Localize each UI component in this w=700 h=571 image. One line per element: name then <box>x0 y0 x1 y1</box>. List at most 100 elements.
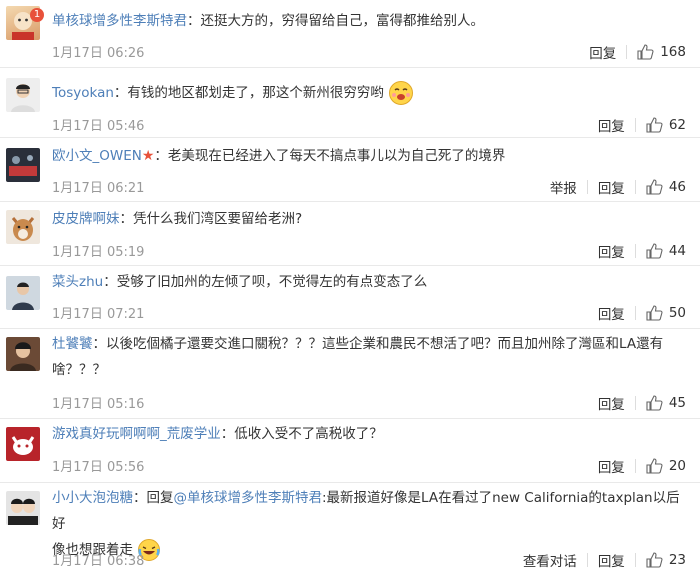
thumbs-up-icon <box>646 458 663 474</box>
comment-date: 1月17日 06:21 <box>52 181 145 196</box>
avatar-photo-icon <box>10 342 36 371</box>
username-link[interactable]: 小小大泡泡糖 <box>52 490 133 506</box>
verified-star-icon: ★ <box>141 148 155 164</box>
reply-button[interactable]: 回复 <box>598 393 625 413</box>
avatar[interactable] <box>6 78 40 112</box>
comment-item: Tosyokan：有钱的地区都划走了，那这个新州很穷穷哟 1月17日 05:46… <box>0 68 700 138</box>
username-link[interactable]: 欧小文_OWEN <box>52 148 142 164</box>
avatar-dog-icon <box>11 217 35 241</box>
action-divider <box>634 180 636 194</box>
comment-line: 杜饕饕：以後吃個橘子還要交進口關稅？？？這些企業和農民不想活了吧？而且加州除了灣… <box>52 331 688 357</box>
username-link[interactable]: 杜饕饕 <box>52 336 93 352</box>
comment-text: ：以後吃個橘子還要交進口關稅？？？這些企業和農民不想活了吧？而且加州除了灣區和L… <box>92 336 664 352</box>
action-divider <box>586 180 588 194</box>
avatar[interactable] <box>6 210 40 244</box>
like-button[interactable]: 46 <box>646 179 686 195</box>
username-link[interactable]: 游戏真好玩啊啊啊_荒废学业 <box>52 426 221 442</box>
like-button[interactable]: 62 <box>646 117 686 133</box>
view-conversation-button[interactable]: 查看对话 <box>523 550 577 570</box>
like-button[interactable]: 50 <box>646 305 686 321</box>
comment-date: 1月17日 05:16 <box>52 397 145 412</box>
comment-text-continuation: 啥？？？ <box>52 362 106 378</box>
reply-button[interactable]: 回复 <box>598 115 625 135</box>
comment-line: 小小大泡泡糖：回复@单核球增多性李斯特君:最新报道好像是LA在看过了new Ca… <box>52 485 688 537</box>
reply-button[interactable]: 回复 <box>589 42 616 62</box>
thumbs-up-icon <box>646 395 663 411</box>
comment-item: 欧小文_OWEN★：老美现在已经进入了每天不搞点事儿以为自己死了的境界 1月17… <box>0 138 700 202</box>
username-link[interactable]: 菜头zhu <box>52 274 103 290</box>
comment-body: 欧小文_OWEN★：老美现在已经进入了每天不搞点事儿以为自己死了的境界 <box>52 143 688 169</box>
avatar[interactable] <box>6 276 40 310</box>
like-button[interactable]: 45 <box>646 395 686 411</box>
username-link[interactable]: Tosyokan <box>52 85 114 101</box>
comment-actions: 举报 回复 46 <box>532 177 686 197</box>
thumbs-up-icon <box>637 44 654 60</box>
comment-date: 1月17日 05:46 <box>52 119 145 134</box>
like-count: 50 <box>668 305 686 321</box>
avatar-person-icon <box>12 282 34 310</box>
drooling-emoji-icon <box>389 81 414 105</box>
action-divider <box>634 244 636 258</box>
comment-item: 1 单核球增多性李斯特君：还挺大方的，穷得留给自己，富得都推给别人。 1月17日… <box>0 0 700 68</box>
comment-actions: 查看对话 回复 23 <box>505 550 686 570</box>
comment-body: Tosyokan：有钱的地区都划走了，那这个新州很穷穷哟 <box>52 80 688 106</box>
like-button[interactable]: 20 <box>646 458 686 474</box>
reply-button[interactable]: 回复 <box>598 303 625 323</box>
reply-button[interactable]: 回复 <box>598 550 625 570</box>
reply-button[interactable]: 回复 <box>598 456 625 476</box>
like-count: 45 <box>668 395 686 411</box>
action-divider <box>634 306 636 320</box>
comment-actions: 回复 20 <box>580 456 686 476</box>
thumbs-up-icon <box>646 243 663 259</box>
avatar-photo-icon <box>9 155 37 176</box>
comment-actions: 回复 44 <box>580 241 686 261</box>
avatar-person-icon <box>11 84 35 112</box>
avatar[interactable] <box>6 491 40 525</box>
thumbs-up-icon <box>646 179 663 195</box>
comment-date: 1月17日 05:19 <box>52 245 145 260</box>
comment-item: 杜饕饕：以後吃個橘子還要交進口關稅？？？這些企業和農民不想活了吧？而且加州除了灣… <box>0 329 700 419</box>
avatar[interactable] <box>6 427 40 461</box>
comment-date: 1月17日 07:21 <box>52 307 145 322</box>
comment-date: 1月17日 05:56 <box>52 460 145 475</box>
notification-badge: 1 <box>30 8 44 22</box>
action-divider <box>626 45 628 59</box>
username-link[interactable]: 皮皮牌啊妹 <box>52 211 120 227</box>
comment-date: 1月17日 06:26 <box>52 46 145 61</box>
like-count: 20 <box>668 458 686 474</box>
comment-item: 游戏真好玩啊啊啊_荒废学业：低收入受不了高税收了？ 1月17日 05:56 回复… <box>0 419 700 483</box>
comment-list: 1 单核球增多性李斯特君：还挺大方的，穷得留给自己，富得都推给别人。 1月17日… <box>0 0 700 571</box>
mention-link[interactable]: @单核球增多性李斯特君 <box>174 490 323 506</box>
comment-actions: 回复 168 <box>571 42 686 62</box>
comment-text: ：有钱的地区都划走了，那这个新州很穷穷哟 <box>113 85 384 101</box>
like-button[interactable]: 23 <box>646 552 686 568</box>
like-count: 62 <box>668 117 686 133</box>
like-button[interactable]: 44 <box>646 243 686 259</box>
action-divider <box>634 118 636 132</box>
comment-item: 皮皮牌啊妹：凭什么我们湾区要留给老洲? 1月17日 05:19 回复 44 <box>0 202 700 266</box>
avatar-photo-icon <box>8 498 38 525</box>
comment-actions: 回复 50 <box>580 303 686 323</box>
comment-text: ：凭什么我们湾区要留给老洲? <box>119 211 303 227</box>
comment-text: ：低收入受不了高税收了？ <box>220 426 383 442</box>
reply-prefix: ：回复 <box>133 490 174 506</box>
like-button[interactable]: 168 <box>637 44 686 60</box>
comment-body: 皮皮牌啊妹：凭什么我们湾区要留给老洲? <box>52 206 688 232</box>
thumbs-up-icon <box>646 117 663 133</box>
comment-actions: 回复 62 <box>580 115 686 135</box>
comment-text: ：受够了旧加州的左倾了呗，不觉得左的有点变态了么 <box>103 274 428 290</box>
comment-item: 菜头zhu：受够了旧加州的左倾了呗，不觉得左的有点变态了么 1月17日 07:2… <box>0 266 700 329</box>
comment-body: 单核球增多性李斯特君：还挺大方的，穷得留给自己，富得都推给别人。 <box>52 8 688 34</box>
avatar[interactable] <box>6 337 40 371</box>
avatar-cat-icon <box>11 436 35 455</box>
username-link[interactable]: 单核球增多性李斯特君 <box>52 13 187 29</box>
reply-button[interactable]: 回复 <box>598 241 625 261</box>
reply-button[interactable]: 回复 <box>598 177 625 197</box>
comment-date: 1月17日 06:38 <box>52 554 145 569</box>
comment-actions: 回复 45 <box>580 393 686 413</box>
action-divider <box>634 553 636 567</box>
like-count: 168 <box>660 44 686 60</box>
avatar[interactable] <box>6 148 40 182</box>
report-button[interactable]: 举报 <box>550 177 577 197</box>
comment-body: 游戏真好玩啊啊啊_荒废学业：低收入受不了高税收了？ <box>52 421 688 447</box>
